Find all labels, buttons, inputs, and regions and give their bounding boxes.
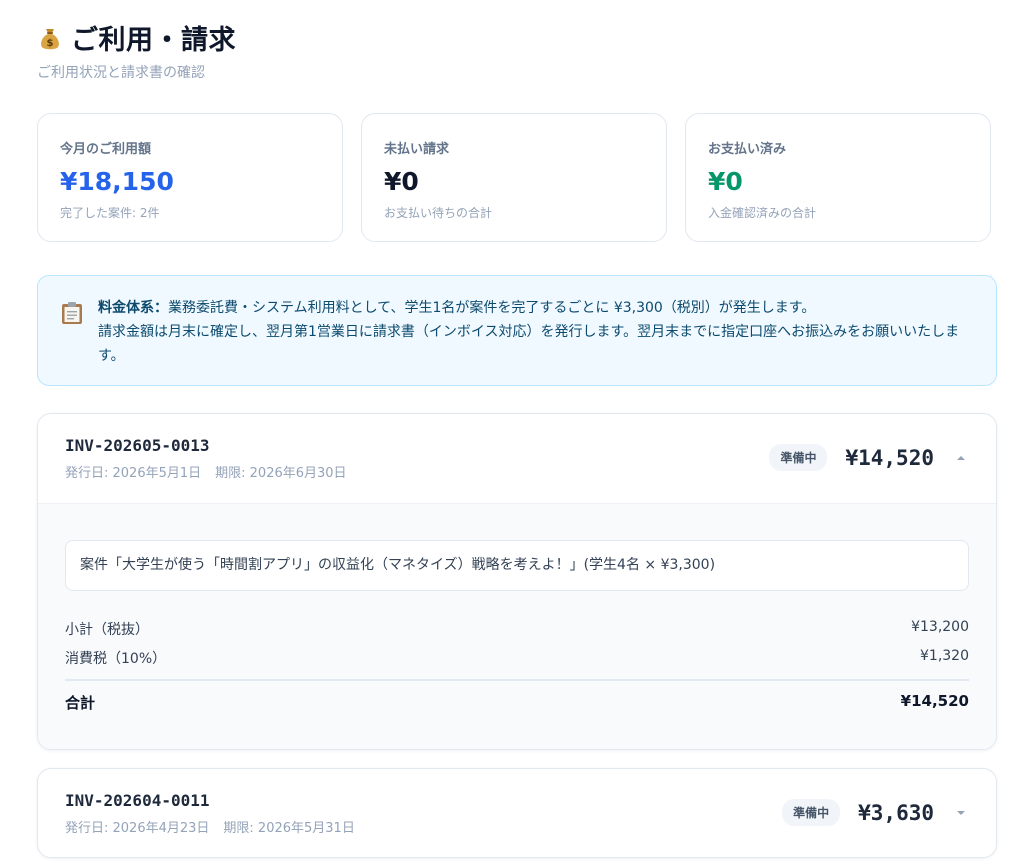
pricing-notice: 料金体系：業務委託費・システム利用料として、学生1名が案件を完了するごとに ¥3… — [37, 275, 997, 386]
tax-label: 消費税（10%） — [65, 651, 167, 667]
invoice-summary: 準備中 ¥14,520 — [769, 444, 968, 471]
status-badge: 準備中 — [782, 799, 841, 826]
money-bag-icon: $ — [41, 28, 59, 49]
invoice-number: INV-202605-0013 — [65, 436, 210, 455]
notice-heading: 料金体系： — [98, 300, 168, 316]
stat-value: ¥18,150 — [60, 167, 174, 196]
stat-sub: 完了した案件: 2件 — [60, 206, 160, 220]
notice-text-1: 業務委託費・システム利用料として、学生1名が案件を完了するごとに ¥3,300（… — [168, 300, 816, 316]
due-date: 期限: 2026年5月31日 — [223, 821, 355, 836]
stat-sub: 入金確認済みの合計 — [708, 206, 817, 220]
invoice-amount: ¥3,630 — [858, 800, 934, 825]
divider — [65, 679, 969, 681]
tax-value: ¥1,320 — [920, 648, 969, 664]
chevron-down-icon[interactable] — [954, 806, 968, 820]
invoice-details: 案件「大学生が使う「時間割アプリ」の収益化（マネタイズ）戦略を考えよ！」(学生4… — [38, 503, 996, 749]
invoice-header[interactable]: INV-202605-0013 発行日: 2026年5月1日 期限: 2026年6… — [38, 414, 996, 502]
invoice-number: INV-202604-0011 — [65, 791, 210, 810]
invoice-header[interactable]: INV-202604-0011 発行日: 2026年4月23日 期限: 2026年… — [38, 769, 996, 857]
total-value: ¥14,520 — [900, 692, 969, 710]
tax-row: 消費税（10%） ¥1,320 — [65, 648, 969, 668]
invoice-summary: 準備中 ¥3,630 — [782, 799, 968, 826]
total-label: 合計 — [65, 694, 96, 712]
stat-value: ¥0 — [384, 167, 419, 196]
total-row: 合計 ¥14,520 — [65, 692, 969, 713]
stat-label: お支払い済み — [708, 142, 787, 157]
due-date: 期限: 2026年6月30日 — [215, 466, 347, 481]
page-header: $ ご利用・請求 — [37, 18, 236, 57]
page-title: ご利用・請求 — [71, 25, 236, 56]
issue-date: 発行日: 2026年4月23日 — [65, 821, 210, 836]
svg-text:$: $ — [47, 38, 54, 49]
issue-date: 発行日: 2026年5月1日 — [65, 466, 202, 481]
notice-text-2: 請求金額は月末に確定し、翌月第1営業日に請求書（インボイス対応）を発行します。翌… — [98, 324, 960, 364]
invoice-dates: 発行日: 2026年4月23日 期限: 2026年5月31日 — [65, 817, 355, 836]
status-badge: 準備中 — [769, 444, 828, 471]
invoice-dates: 発行日: 2026年5月1日 期限: 2026年6月30日 — [65, 462, 347, 481]
subtotal-value: ¥13,200 — [911, 619, 969, 635]
line-item: 案件「大学生が使う「時間割アプリ」の収益化（マネタイズ）戦略を考えよ！」(学生4… — [65, 540, 969, 591]
stat-card-monthly-usage: 今月のご利用額 ¥18,150 完了した案件: 2件 — [37, 113, 343, 242]
stat-card-unpaid: 未払い請求 ¥0 お支払い待ちの合計 — [361, 113, 667, 242]
stat-label: 今月のご利用額 — [60, 142, 152, 157]
notice-line-1: 料金体系：業務委託費・システム利用料として、学生1名が案件を完了するごとに ¥3… — [98, 296, 972, 320]
stat-sub: お支払い待ちの合計 — [384, 206, 493, 220]
invoice-card: INV-202604-0011 発行日: 2026年4月23日 期限: 2026年… — [37, 768, 997, 858]
subtotal-row: 小計（税抜） ¥13,200 — [65, 619, 969, 639]
chevron-up-icon[interactable] — [954, 451, 968, 465]
invoice-amount: ¥14,520 — [845, 445, 934, 470]
stat-card-paid: お支払い済み ¥0 入金確認済みの合計 — [685, 113, 991, 242]
invoice-card: INV-202605-0013 発行日: 2026年5月1日 期限: 2026年6… — [37, 413, 997, 750]
stat-value: ¥0 — [708, 167, 743, 196]
clipboard-icon — [62, 302, 82, 324]
stats-row: 今月のご利用額 ¥18,150 完了した案件: 2件 未払い請求 ¥0 お支払い… — [37, 113, 997, 242]
subtotal-label: 小計（税抜） — [65, 622, 149, 638]
stat-label: 未払い請求 — [384, 142, 450, 157]
page-subtitle: ご利用状況と請求書の確認 — [37, 65, 205, 81]
